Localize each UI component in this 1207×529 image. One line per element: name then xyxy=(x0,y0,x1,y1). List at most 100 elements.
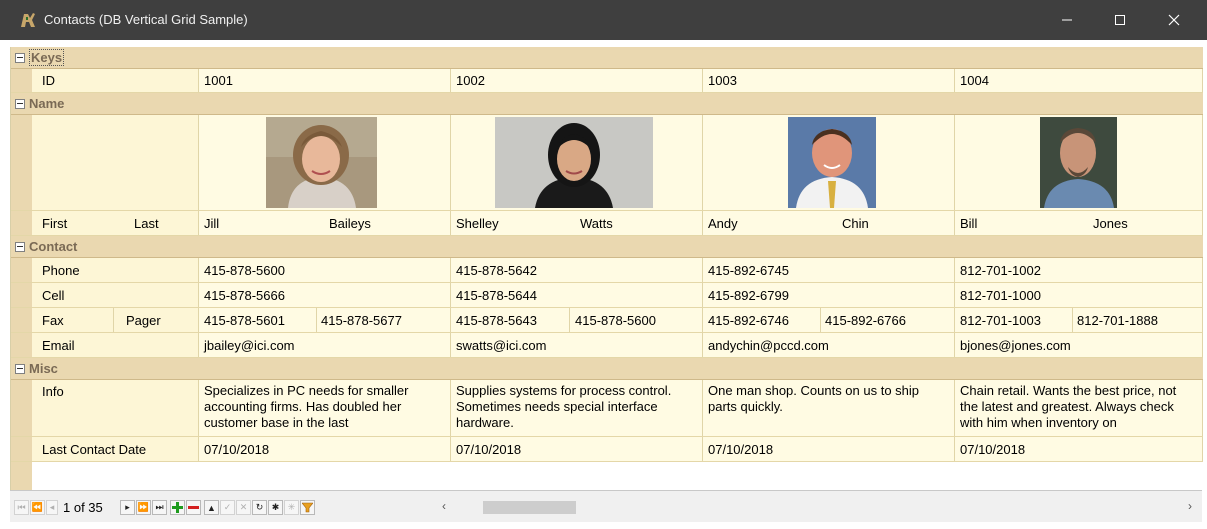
last-icon: ⏭ xyxy=(155,502,164,512)
first-record-button[interactable]: ⏮ xyxy=(14,500,29,515)
maximize-button[interactable] xyxy=(1097,0,1143,40)
pager-value: 415-878-5600 xyxy=(575,312,656,328)
first-name: Shelley xyxy=(456,215,499,231)
row-header-cell: Cell xyxy=(11,283,199,307)
app-icon xyxy=(21,13,35,27)
edit-button[interactable]: ▲ xyxy=(204,500,219,515)
info-cell[interactable]: Specializes in PC needs for smaller acco… xyxy=(199,380,451,436)
email-cell[interactable]: bjones@jones.com xyxy=(955,333,1203,357)
record-navigator: ⏮ ⏪ ◂ 1 of 35 ▸ ⏩ ⏭ ▲ ✓ ✕ ↻ ✱ ✳ ‹ › xyxy=(10,490,1202,522)
photo-cell[interactable] xyxy=(955,115,1203,210)
refresh-button[interactable]: ↻ xyxy=(252,500,267,515)
name-cell[interactable]: Bill Jones xyxy=(955,211,1203,235)
name-cell[interactable]: Jill Baileys xyxy=(199,211,451,235)
minimize-button[interactable] xyxy=(1044,0,1090,40)
phone-cell[interactable]: 415-878-5642 xyxy=(451,258,703,282)
cell-label: Cell xyxy=(42,287,65,303)
first-label: First xyxy=(42,215,68,231)
next-record-button[interactable]: ▸ xyxy=(120,500,135,515)
plus-icon xyxy=(172,502,183,513)
id-cell[interactable]: 1001 xyxy=(199,69,451,92)
last-contact-date-cell[interactable]: 07/10/2018 xyxy=(451,437,703,461)
email-cell[interactable]: jbailey@ici.com xyxy=(199,333,451,357)
last-record-button[interactable]: ⏭ xyxy=(152,500,167,515)
phone-cell[interactable]: 415-892-6745 xyxy=(703,258,955,282)
post-button[interactable]: ✓ xyxy=(220,500,235,515)
prior-record-button[interactable]: ◂ xyxy=(46,500,58,515)
scroll-right-icon[interactable]: › xyxy=(1188,499,1192,513)
pager-value: 812-701-1888 xyxy=(1077,312,1158,328)
category-keys-label: Keys xyxy=(29,49,65,66)
email-cell[interactable]: andychin@pccd.com xyxy=(703,333,955,357)
next-icon: ▸ xyxy=(125,502,130,512)
goto-bookmark-button[interactable]: ✳ xyxy=(284,500,299,515)
last-label: Last xyxy=(134,215,159,231)
close-button[interactable] xyxy=(1151,0,1197,40)
last-name: Watts xyxy=(580,215,613,231)
row-header-fax-pager: Fax Pager xyxy=(11,308,199,332)
name-cell[interactable]: Shelley Watts xyxy=(451,211,703,235)
category-contact[interactable]: Contact xyxy=(11,236,1203,258)
filter-button[interactable] xyxy=(300,500,315,515)
id-cell[interactable]: 1002 xyxy=(451,69,703,92)
horizontal-scrollbar[interactable]: ‹ › xyxy=(435,499,1202,516)
row-header-info: Info xyxy=(11,380,199,436)
prior-page-button[interactable]: ⏪ xyxy=(30,500,45,515)
row-header-last-contact: Last Contact Date xyxy=(11,437,199,461)
name-cell[interactable]: Andy Chin xyxy=(703,211,955,235)
last-contact-date-row: Last Contact Date 07/10/2018 07/10/2018 … xyxy=(11,437,1203,462)
photo-cell[interactable] xyxy=(451,115,703,210)
delete-button[interactable] xyxy=(186,500,201,515)
info-cell[interactable]: Chain retail. Wants the best price, not … xyxy=(955,380,1203,436)
first-last-row: First Last Jill Baileys Shelley Watts An… xyxy=(11,211,1203,236)
cancel-button[interactable]: ✕ xyxy=(236,500,251,515)
fax-pager-cell[interactable]: 415-878-5643 415-878-5600 xyxy=(451,308,703,332)
category-keys[interactable]: Keys xyxy=(11,47,1203,69)
email-label: Email xyxy=(42,337,75,353)
info-label: Info xyxy=(42,384,64,399)
pager-value: 415-878-5677 xyxy=(321,312,402,328)
category-misc[interactable]: Misc xyxy=(11,358,1203,380)
collapse-icon[interactable] xyxy=(15,52,25,63)
fax-pager-cell[interactable]: 415-878-5601 415-878-5677 xyxy=(199,308,451,332)
id-cell[interactable]: 1004 xyxy=(955,69,1203,92)
next-page-button[interactable]: ⏩ xyxy=(136,500,151,515)
last-contact-date-cell[interactable]: 07/10/2018 xyxy=(199,437,451,461)
info-cell[interactable]: Supplies systems for process control. So… xyxy=(451,380,703,436)
last-name: Jones xyxy=(1093,215,1128,231)
info-cell[interactable]: One man shop. Counts on us to ship parts… xyxy=(703,380,955,436)
fax-pager-cell[interactable]: 812-701-1003 812-701-1888 xyxy=(955,308,1203,332)
email-cell[interactable]: swatts@ici.com xyxy=(451,333,703,357)
first-name: Bill xyxy=(960,215,978,231)
collapse-icon[interactable] xyxy=(15,363,25,374)
check-icon: ✓ xyxy=(223,502,232,512)
collapse-icon[interactable] xyxy=(15,98,25,109)
last-name: Chin xyxy=(842,215,869,231)
first-name: Andy xyxy=(708,215,738,231)
insert-button[interactable] xyxy=(170,500,185,515)
phone-cell[interactable]: 812-701-1002 xyxy=(955,258,1203,282)
last-contact-date-cell[interactable]: 07/10/2018 xyxy=(955,437,1203,461)
fax-value: 415-878-5601 xyxy=(204,312,285,328)
id-cell[interactable]: 1003 xyxy=(703,69,955,92)
mobile-cell[interactable]: 415-878-5644 xyxy=(451,283,703,307)
category-name[interactable]: Name xyxy=(11,93,1203,115)
scroll-thumb[interactable] xyxy=(483,501,576,514)
save-bookmark-button[interactable]: ✱ xyxy=(268,500,283,515)
id-label: ID xyxy=(42,73,55,88)
scroll-left-icon[interactable]: ‹ xyxy=(442,499,446,513)
mobile-cell[interactable]: 812-701-1000 xyxy=(955,283,1203,307)
photo-cell[interactable] xyxy=(199,115,451,210)
collapse-icon[interactable] xyxy=(15,241,25,252)
mobile-cell[interactable]: 415-878-5666 xyxy=(199,283,451,307)
fax-value: 415-878-5643 xyxy=(456,312,537,328)
category-contact-label: Contact xyxy=(29,239,78,254)
window-title: Contacts (DB Vertical Grid Sample) xyxy=(44,12,248,27)
fax-pager-cell[interactable]: 415-892-6746 415-892-6766 xyxy=(703,308,955,332)
photo-cell[interactable] xyxy=(703,115,955,210)
last-contact-date-cell[interactable]: 07/10/2018 xyxy=(703,437,955,461)
mobile-cell[interactable]: 415-892-6799 xyxy=(703,283,955,307)
category-misc-label: Misc xyxy=(29,361,58,376)
category-name-label: Name xyxy=(29,96,65,111)
phone-cell[interactable]: 415-878-5600 xyxy=(199,258,451,282)
